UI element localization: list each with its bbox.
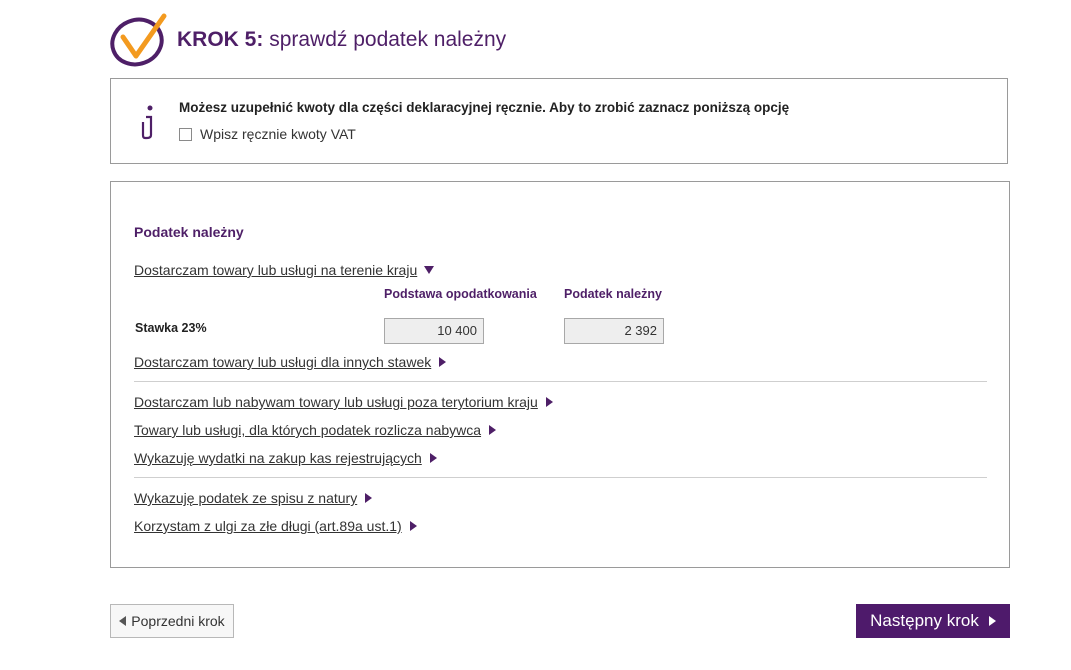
checkmark-logo-icon — [110, 13, 167, 67]
col-header-tax: Podatek należny — [564, 287, 662, 301]
bad-debt-relief-toggle[interactable]: Korzystam z ulgi za złe długi (art.89a u… — [134, 518, 417, 534]
previous-step-label[interactable]: Poprzedni krok — [131, 613, 224, 629]
base-amount-field[interactable]: 10 400 — [384, 318, 484, 344]
tax-panel: Podatek należny Dostarczam towary lub us… — [110, 181, 1010, 568]
cash-register-label[interactable]: Wykazuję wydatki na zakup kas rejestrują… — [134, 450, 422, 466]
abroad-supplies-toggle[interactable]: Dostarczam lub nabywam towary lub usługi… — [134, 394, 553, 410]
triangle-right-icon[interactable] — [988, 616, 996, 626]
reverse-charge-toggle[interactable]: Towary lub usługi, dla których podatek r… — [134, 422, 497, 438]
triangle-right-icon[interactable] — [409, 521, 417, 531]
triangle-right-icon[interactable] — [489, 425, 497, 435]
tax-amount-field[interactable]: 2 392 — [564, 318, 664, 344]
next-step-button[interactable]: Następny krok — [856, 604, 1010, 638]
page-header: KROK 5: sprawdź podatek należny — [109, 12, 506, 68]
reverse-charge-label[interactable]: Towary lub usługi, dla których podatek r… — [134, 422, 481, 438]
divider — [134, 381, 987, 382]
triangle-right-icon[interactable] — [439, 357, 447, 367]
triangle-down-icon[interactable] — [424, 266, 435, 274]
domestic-supplies-toggle[interactable]: Dostarczam towary lub usługi na terenie … — [134, 262, 435, 278]
domestic-supplies-label[interactable]: Dostarczam towary lub usługi na terenie … — [134, 262, 417, 278]
divider — [134, 477, 987, 478]
triangle-left-icon[interactable] — [119, 616, 127, 626]
triangle-right-icon[interactable] — [365, 493, 373, 503]
step-text: sprawdź podatek należny — [269, 28, 507, 51]
page-title: KROK 5: sprawdź podatek należny — [177, 28, 506, 52]
rate-label: Stawka 23% — [135, 321, 207, 335]
info-panel: Możesz uzupełnić kwoty dla części deklar… — [110, 78, 1008, 164]
info-text: Możesz uzupełnić kwoty dla części deklar… — [179, 100, 790, 115]
other-rates-toggle[interactable]: Dostarczam towary lub usługi dla innych … — [134, 354, 447, 370]
previous-step-button[interactable]: Poprzedni krok — [110, 604, 234, 638]
cash-register-toggle[interactable]: Wykazuję wydatki na zakup kas rejestrują… — [134, 450, 437, 466]
inventory-tax-label[interactable]: Wykazuję podatek ze spisu z natury — [134, 490, 357, 506]
info-icon — [141, 105, 153, 140]
triangle-right-icon[interactable] — [429, 453, 437, 463]
manual-vat-option[interactable]: Wpisz ręcznie kwoty VAT — [179, 126, 356, 142]
manual-vat-checkbox[interactable] — [179, 127, 192, 141]
section-title: Podatek należny — [134, 224, 244, 240]
next-step-label[interactable]: Następny krok — [870, 611, 979, 631]
abroad-supplies-label[interactable]: Dostarczam lub nabywam towary lub usługi… — [134, 394, 538, 410]
manual-vat-label[interactable]: Wpisz ręcznie kwoty VAT — [200, 126, 356, 142]
bad-debt-relief-label[interactable]: Korzystam z ulgi za złe długi (art.89a u… — [134, 518, 402, 534]
step-label: KROK 5: — [177, 28, 264, 51]
col-header-base: Podstawa opodatkowania — [384, 287, 537, 301]
inventory-tax-toggle[interactable]: Wykazuję podatek ze spisu z natury — [134, 490, 373, 506]
triangle-right-icon[interactable] — [545, 397, 553, 407]
other-rates-label[interactable]: Dostarczam towary lub usługi dla innych … — [134, 354, 431, 370]
